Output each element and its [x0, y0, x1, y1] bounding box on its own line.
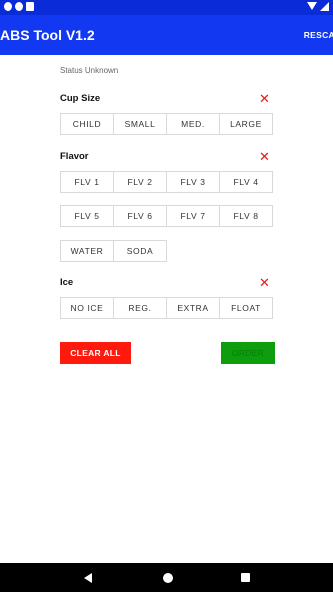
flv-4-button[interactable]: FLV 4 [219, 171, 273, 193]
app-bar: ABS Tool V1.2 RESCA [0, 15, 333, 55]
home-icon[interactable] [163, 573, 173, 583]
flv-7-button[interactable]: FLV 7 [166, 205, 220, 227]
app-title: ABS Tool V1.2 [0, 27, 95, 43]
ice-options: NO ICE REG. EXTRA FLOAT [60, 297, 273, 319]
extra-ice-button[interactable]: EXTRA [166, 297, 220, 319]
flavor-clear-icon[interactable]: ✕ [259, 150, 270, 163]
flv-6-button[interactable]: FLV 6 [113, 205, 167, 227]
status-text: Status Unknown [60, 66, 119, 75]
back-icon[interactable] [84, 573, 92, 583]
soda-button[interactable]: SODA [113, 240, 167, 262]
sd-card-icon [26, 2, 34, 11]
rescan-button[interactable]: RESCA [304, 30, 333, 40]
cup-child-button[interactable]: CHILD [60, 113, 114, 135]
flavor-row-1: FLV 1 FLV 2 FLV 3 FLV 4 [60, 171, 273, 193]
notification-icon [4, 2, 12, 11]
flavor-row-3: WATER SODA [60, 240, 167, 262]
flv-3-button[interactable]: FLV 3 [166, 171, 220, 193]
cup-small-button[interactable]: SMALL [113, 113, 167, 135]
flv-8-button[interactable]: FLV 8 [219, 205, 273, 227]
navigation-bar [0, 563, 333, 592]
clear-all-button[interactable]: CLEAR ALL [60, 342, 131, 364]
order-button[interactable]: ORDER [221, 342, 275, 364]
flavor-row-2: FLV 5 FLV 6 FLV 7 FLV 8 [60, 205, 273, 227]
water-button[interactable]: WATER [60, 240, 114, 262]
signal-icon [320, 2, 329, 11]
app-icon [15, 2, 23, 11]
cup-size-options: CHILD SMALL MED. LARGE [60, 113, 273, 135]
wifi-icon [307, 2, 317, 10]
ice-clear-icon[interactable]: ✕ [259, 276, 270, 289]
cup-size-title: Cup Size [60, 93, 101, 104]
ice-title: Ice [60, 277, 74, 288]
recents-icon[interactable] [241, 573, 250, 582]
cup-large-button[interactable]: LARGE [219, 113, 273, 135]
flv-1-button[interactable]: FLV 1 [60, 171, 114, 193]
flv-2-button[interactable]: FLV 2 [113, 171, 167, 193]
reg-ice-button[interactable]: REG. [113, 297, 167, 319]
flavor-title: Flavor [60, 151, 89, 162]
cup-med-button[interactable]: MED. [166, 113, 220, 135]
status-bar [0, 0, 333, 15]
flv-5-button[interactable]: FLV 5 [60, 205, 114, 227]
cup-size-clear-icon[interactable]: ✕ [259, 92, 270, 105]
no-ice-button[interactable]: NO ICE [60, 297, 114, 319]
float-button[interactable]: FLOAT [219, 297, 273, 319]
